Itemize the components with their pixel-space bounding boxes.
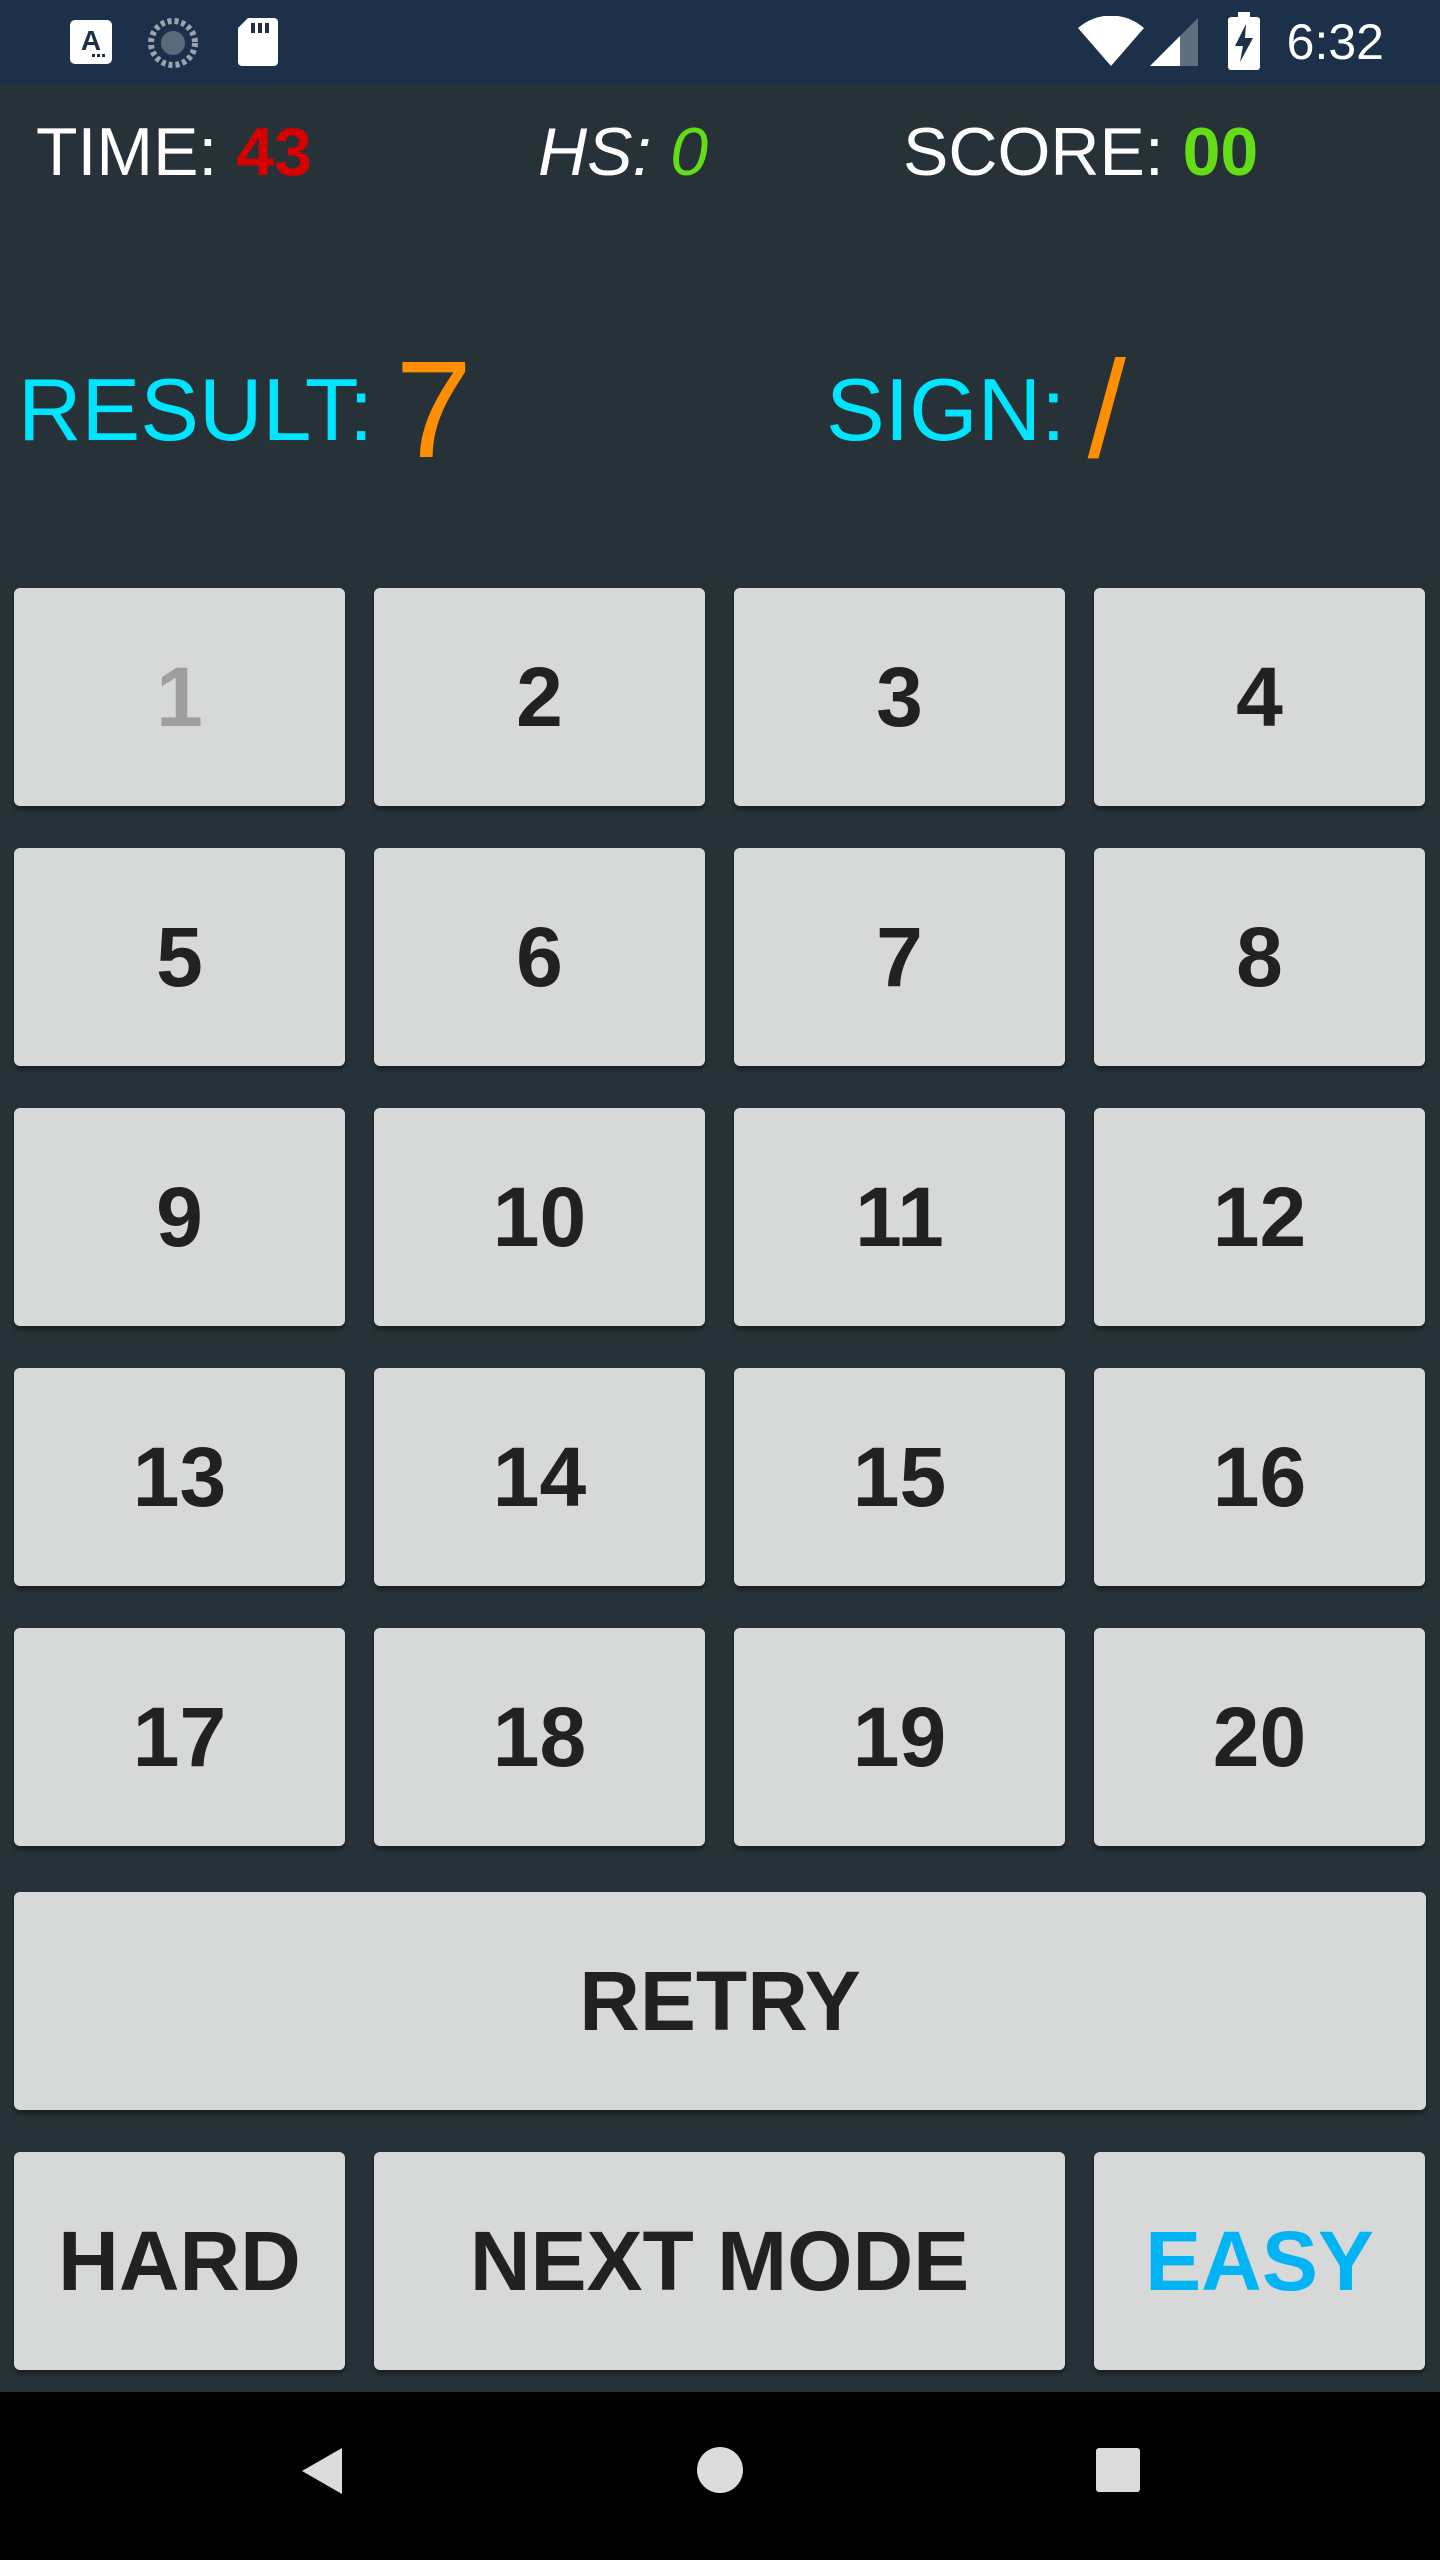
easy-mode-button[interactable]: EASY	[1094, 2152, 1425, 2370]
result-display: RESULT: 7	[18, 330, 472, 490]
status-time: 6:32	[1286, 14, 1384, 70]
timer-display: TIME: 43	[36, 112, 312, 192]
number-key[interactable]: 14	[374, 1368, 705, 1586]
result-label: RESULT:	[18, 360, 374, 459]
number-key[interactable]: 15	[734, 1368, 1065, 1586]
score-label: SCORE:	[903, 114, 1183, 190]
number-key[interactable]: 18	[374, 1628, 705, 1846]
score-value: 00	[1182, 114, 1259, 190]
back-icon[interactable]	[298, 2446, 344, 2496]
high-score-value: 0	[670, 114, 709, 190]
number-key[interactable]: 13	[14, 1368, 345, 1586]
number-key[interactable]: 1	[14, 588, 345, 806]
sign-value: /	[1087, 333, 1126, 487]
number-key[interactable]: 10	[374, 1108, 705, 1326]
retry-button[interactable]: RETRY	[14, 1892, 1426, 2110]
high-score-display: HS: 0	[538, 112, 708, 192]
number-key[interactable]: 3	[734, 588, 1065, 806]
number-key[interactable]: 11	[734, 1108, 1065, 1326]
navigation-bar	[0, 2392, 1440, 2560]
next-mode-button[interactable]: NEXT MODE	[374, 2152, 1065, 2370]
number-key[interactable]: 16	[1094, 1368, 1425, 1586]
number-key[interactable]: 7	[734, 848, 1065, 1066]
number-key[interactable]: 8	[1094, 848, 1425, 1066]
high-score-label: HS:	[538, 114, 671, 190]
timer-label: TIME:	[36, 114, 237, 190]
number-key[interactable]: 4	[1094, 588, 1425, 806]
sign-display: SIGN: /	[826, 330, 1126, 490]
number-key[interactable]: 19	[734, 1628, 1065, 1846]
wifi-icon	[1078, 16, 1144, 66]
number-key[interactable]: 6	[374, 848, 705, 1066]
sync-icon	[148, 18, 198, 68]
hard-mode-button[interactable]: HARD	[14, 2152, 345, 2370]
battery-charging-icon	[1228, 12, 1260, 70]
number-key[interactable]: 20	[1094, 1628, 1425, 1846]
number-key[interactable]: 5	[14, 848, 345, 1066]
score-display: SCORE: 00	[903, 112, 1258, 192]
signal-icon	[1150, 18, 1198, 66]
number-key[interactable]: 12	[1094, 1108, 1425, 1326]
home-icon[interactable]	[696, 2446, 744, 2494]
number-key[interactable]: 2	[374, 588, 705, 806]
result-value: 7	[395, 333, 473, 487]
recents-icon[interactable]	[1096, 2448, 1140, 2492]
app-a-icon: A	[70, 20, 112, 64]
sign-label: SIGN:	[826, 360, 1066, 459]
sd-card-icon	[238, 18, 278, 66]
number-key[interactable]: 17	[14, 1628, 345, 1846]
number-grid: 1 2 3 4 5 6 7 8 9 10 11 12 13 14 15 16 1…	[14, 588, 1426, 1846]
number-key[interactable]: 9	[14, 1108, 345, 1326]
status-bar: A 6:32	[0, 0, 1440, 84]
svg-text:A: A	[81, 25, 101, 56]
timer-value: 43	[236, 114, 312, 190]
